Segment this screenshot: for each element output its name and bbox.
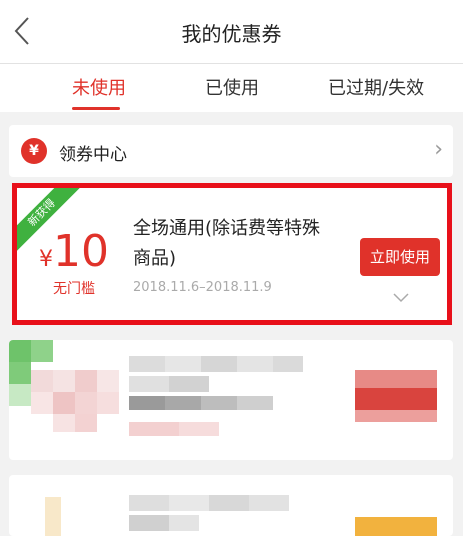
pixel-block [355,388,437,410]
amount-value: 10 [53,226,109,277]
use-now-button[interactable]: 立即使用 [360,238,440,276]
pixel-block [31,392,53,414]
pixel-block [53,414,75,432]
currency-symbol: ¥ [39,247,53,272]
pixel-block [165,396,201,410]
pixel-block [97,370,119,392]
pixel-block [165,356,201,372]
chevron-right-icon: › [434,137,443,162]
pixel-block [45,497,61,536]
pixel-block [237,396,273,410]
pixel-block [129,515,169,531]
pixel-block [249,495,289,511]
tab-unused[interactable]: 未使用 [72,74,126,100]
page-title: 我的优惠券 [181,22,282,46]
threshold-label: 无门槛 [53,281,95,297]
coupon-title: 全场通用(除话费等特殊商品) [133,218,321,269]
pixel-block [169,515,199,531]
pixel-block [75,370,97,392]
pixel-block [355,517,437,536]
pixel-block [129,495,169,511]
pixel-block [129,396,165,410]
pixel-block [273,356,303,372]
pixel-block [355,370,437,388]
pixel-block [31,340,53,362]
pixel-block [53,392,75,414]
coupon-amount: ¥10 [39,226,109,277]
pixel-block [201,356,237,372]
pixel-block [129,422,179,436]
pixel-block [53,370,75,392]
pixel-block [209,495,249,511]
pixel-block [75,414,97,432]
coupon-center-label: 领券中心 [59,145,127,165]
pixel-block [129,376,169,392]
tab-bar: 未使用 已使用 已过期/失效 [0,64,463,112]
pixel-block [97,392,119,414]
pixel-block [9,340,31,362]
pixel-block [31,370,53,392]
tab-used[interactable]: 已使用 [205,74,259,100]
tab-expired[interactable]: 已过期/失效 [328,74,424,100]
pixel-block [169,376,209,392]
obscured-coupon-card [9,340,453,460]
coupon-card: 新获得 ¥10 无门槛 全场通用(除话费等特殊商品) 2018.11.6–201… [12,183,452,325]
pixel-block [129,356,165,372]
pixel-block [169,495,209,511]
pixel-block [201,396,237,410]
coupon-ticket-icon: ¥ [21,138,47,164]
pixel-block [179,422,219,436]
pixel-block [355,410,437,422]
coupon-center-row[interactable]: ¥ 领券中心 › [9,125,453,177]
pixel-block [75,392,97,414]
pixel-block [9,362,31,384]
nav-header: 我的优惠券 [0,0,463,64]
pixel-block [9,384,31,406]
active-tab-indicator [72,107,120,110]
obscured-coupon-card [9,475,453,536]
chevron-down-icon[interactable] [391,292,411,304]
pixel-block [237,356,273,372]
validity-period: 2018.11.6–2018.11.9 [133,280,272,295]
